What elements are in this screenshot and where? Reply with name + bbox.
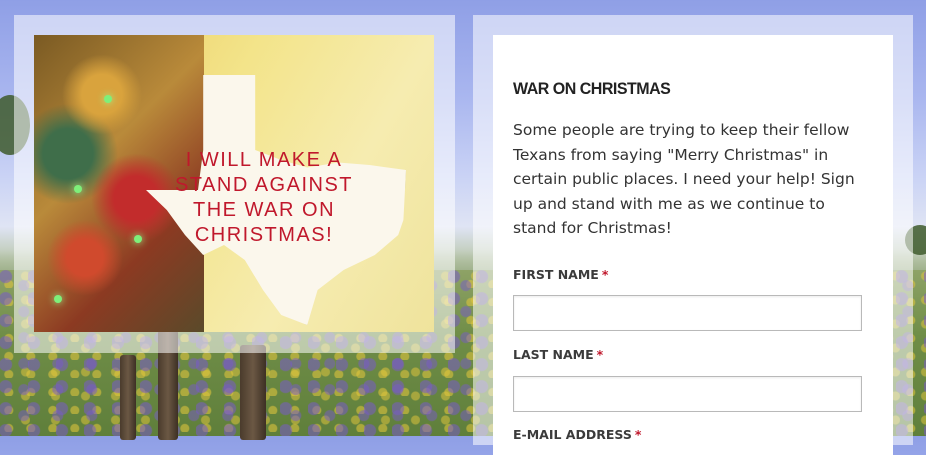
first-name-label: FIRST NAME *	[513, 267, 608, 282]
last-name-label: LAST NAME *	[513, 347, 603, 362]
email-label: E-MAIL ADDRESS *	[513, 427, 641, 442]
first-name-input[interactable]	[513, 295, 862, 331]
first-name-label-text: FIRST NAME	[513, 267, 599, 282]
required-marker: *	[601, 267, 609, 282]
fence-post	[240, 345, 266, 440]
form-description: Some people are trying to keep their fel…	[513, 121, 855, 237]
tree-light-icon	[74, 185, 82, 193]
last-name-input[interactable]	[513, 376, 862, 412]
required-marker: *	[596, 347, 604, 362]
tree-light-icon	[134, 235, 142, 243]
tree-light-icon	[104, 95, 112, 103]
promo-card: I WILL MAKE A STAND AGAINST THE WAR ON C…	[14, 15, 455, 353]
fence-post	[120, 355, 136, 440]
required-marker: *	[634, 427, 642, 442]
promo-image: I WILL MAKE A STAND AGAINST THE WAR ON C…	[34, 35, 434, 332]
form-title: WAR ON CHRISTMAS	[513, 80, 671, 99]
promo-headline: I WILL MAKE A STAND AGAINST THE WAR ON C…	[174, 149, 354, 246]
signup-form: WAR ON CHRISTMAS Some people are trying …	[493, 35, 893, 455]
tree-light-icon	[54, 295, 62, 303]
email-label-text: E-MAIL ADDRESS	[513, 427, 632, 442]
last-name-label-text: LAST NAME	[513, 347, 594, 362]
